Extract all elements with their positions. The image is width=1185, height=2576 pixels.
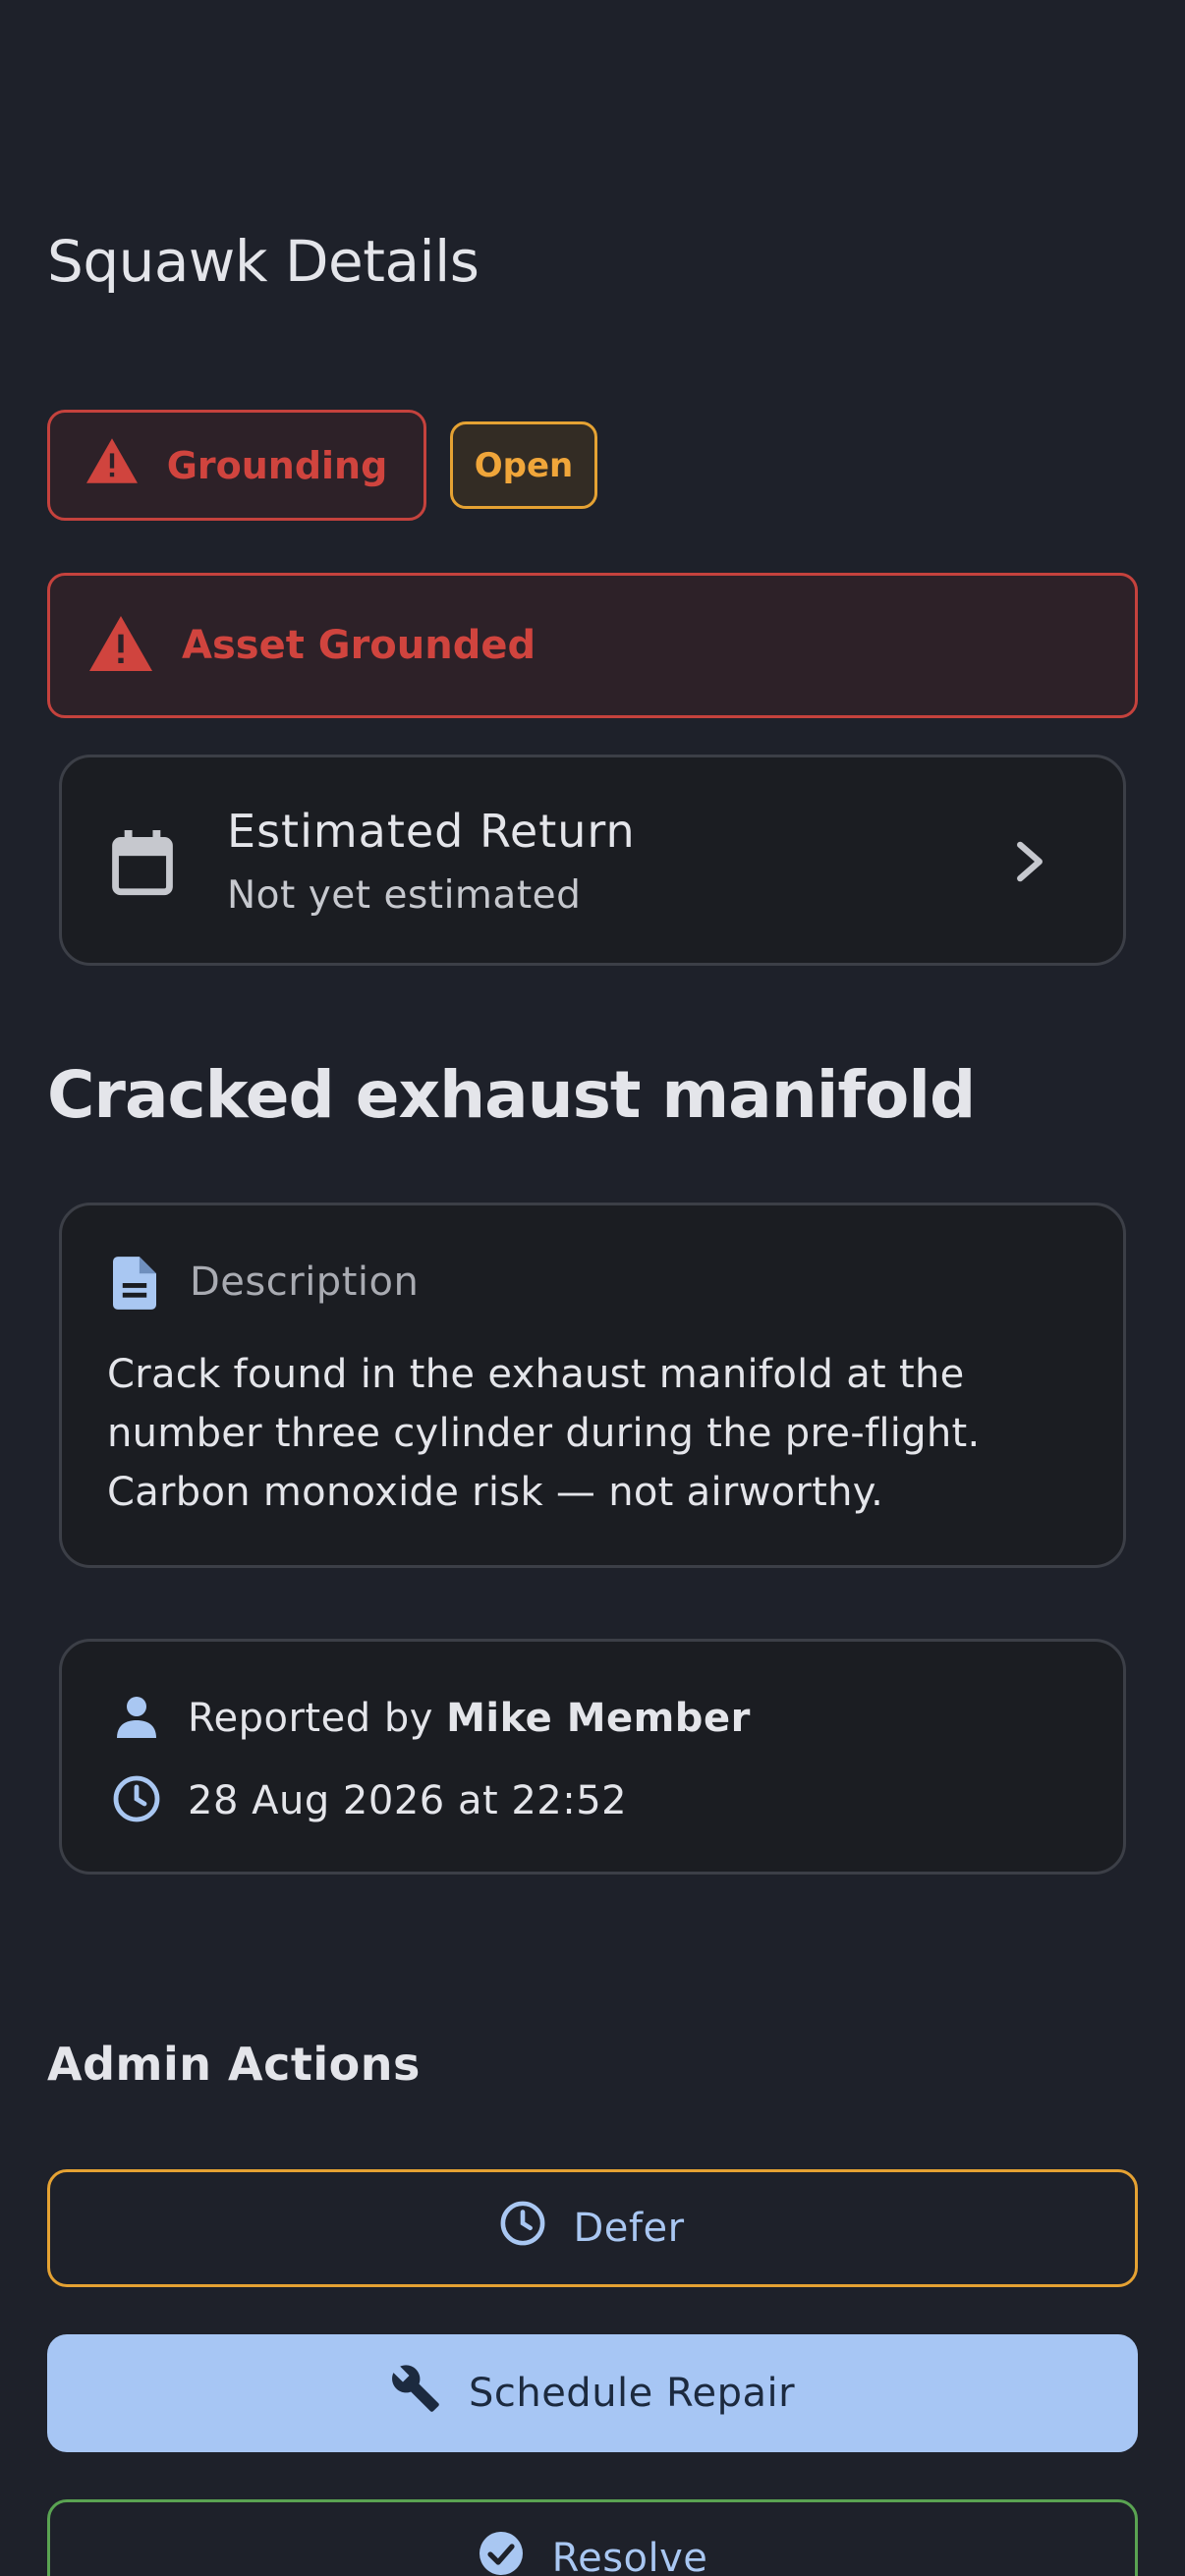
warning-triangle-icon	[89, 616, 152, 675]
asset-grounded-banner: Asset Grounded	[47, 573, 1138, 718]
document-icon	[113, 1257, 156, 1314]
clock-icon	[500, 2201, 545, 2256]
clock-icon	[113, 1775, 160, 1826]
admin-actions-title: Admin Actions	[47, 2038, 421, 2091]
wrench-icon	[390, 2363, 441, 2424]
reported-by-row: Reported by Mike Member	[113, 1693, 751, 1744]
reporter-name: Mike Member	[446, 1696, 751, 1741]
report-timestamp: 28 Aug 2026 at 22:52	[188, 1778, 628, 1823]
check-circle-icon	[478, 2530, 525, 2576]
report-info-card: Reported by Mike Member 28 Aug 2026 at 2…	[59, 1639, 1126, 1875]
reported-by-prefix: Reported by	[188, 1696, 433, 1741]
timestamp-row: 28 Aug 2026 at 22:52	[113, 1775, 627, 1826]
chevron-right-icon	[1015, 840, 1044, 887]
person-icon	[113, 1693, 160, 1744]
description-label: Description	[190, 1260, 420, 1305]
banner-label: Asset Grounded	[182, 623, 536, 668]
squawk-title: Cracked exhaust manifold	[47, 1057, 976, 1133]
severity-label: Grounding	[166, 443, 388, 487]
page-title: Squawk Details	[47, 228, 480, 295]
squawk-details-screen: Squawk Details Grounding Open Asset Grou…	[0, 0, 1185, 2576]
schedule-repair-label: Schedule Repair	[468, 2371, 796, 2416]
defer-label: Defer	[573, 2206, 685, 2251]
estimated-return-title: Estimated Return	[227, 805, 636, 858]
schedule-repair-button[interactable]: Schedule Repair	[47, 2334, 1138, 2452]
description-card: Description Crack found in the exhaust m…	[59, 1203, 1126, 1568]
resolve-button[interactable]: Resolve	[47, 2499, 1138, 2576]
severity-badge: Grounding	[47, 410, 426, 521]
estimated-return-card[interactable]: Estimated Return Not yet estimated	[59, 755, 1126, 966]
warning-triangle-icon	[85, 438, 138, 492]
status-badge: Open	[450, 421, 597, 509]
description-text: Crack found in the exhaust manifold at t…	[107, 1352, 981, 1515]
estimated-return-value: Not yet estimated	[227, 873, 582, 918]
resolve-label: Resolve	[551, 2536, 708, 2576]
status-label: Open	[474, 445, 574, 485]
calendar-icon	[111, 830, 174, 901]
defer-button[interactable]: Defer	[47, 2169, 1138, 2287]
